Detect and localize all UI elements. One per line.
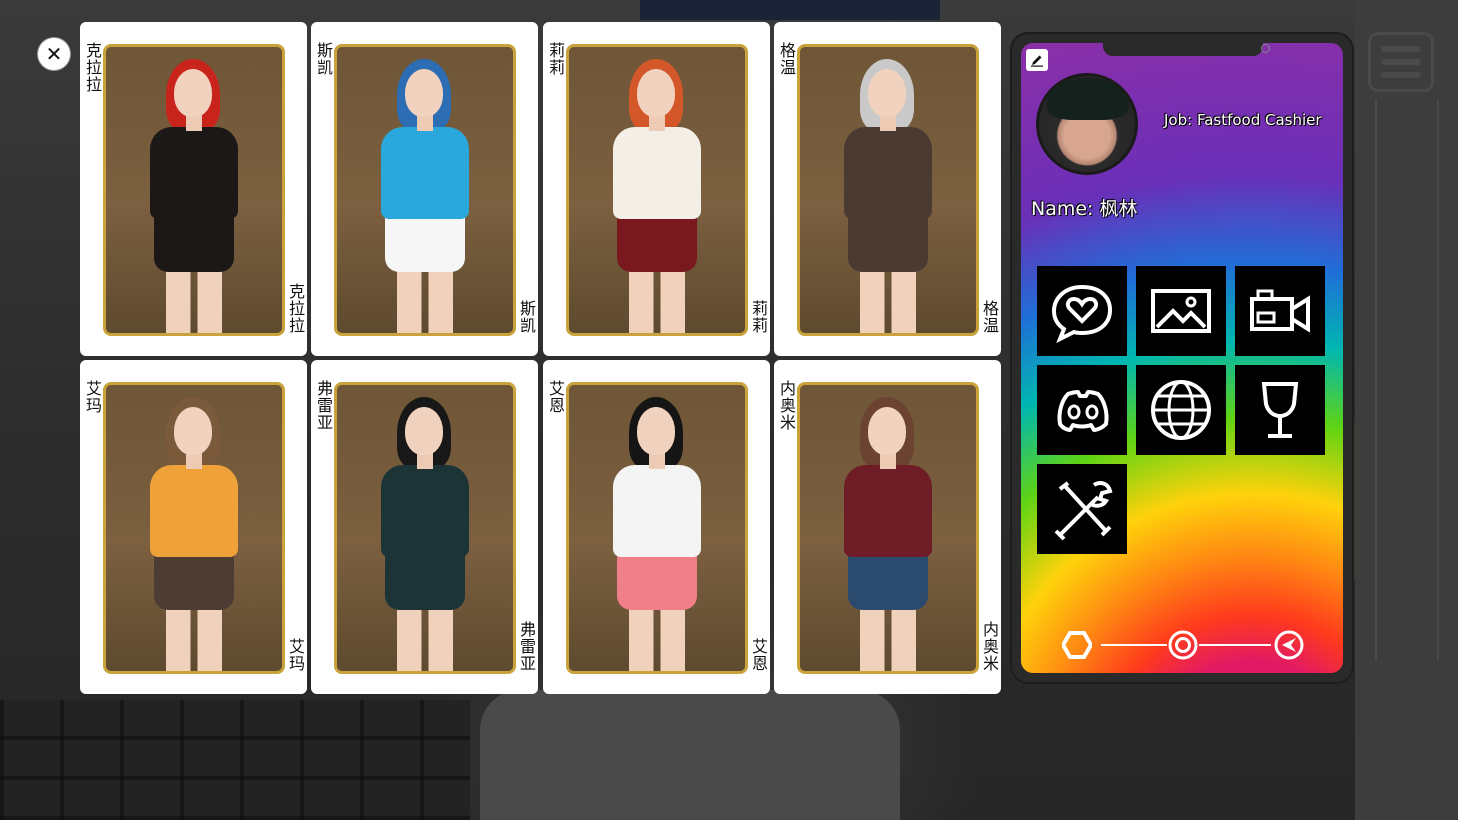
menu-bar — [1381, 46, 1421, 52]
back-arrow-icon — [1274, 630, 1304, 660]
discord-app-button[interactable] — [1037, 365, 1127, 455]
character-name-top: 内奥米 — [777, 380, 796, 431]
phone-bottom-nav — [1021, 627, 1343, 663]
character-portrait — [797, 44, 979, 336]
home-button[interactable] — [1167, 629, 1199, 661]
phone-notch — [1103, 43, 1270, 56]
character-name-bottom: 内奥米 — [980, 621, 999, 672]
character-card[interactable]: 弗雷亚 弗雷亚 — [311, 360, 538, 694]
edit-profile-button[interactable] — [1026, 49, 1048, 71]
character-name-top: 艾玛 — [83, 380, 102, 414]
character-name-bottom: 艾玛 — [286, 638, 305, 672]
character-name-bottom: 斯凯 — [517, 300, 536, 334]
hexagon-button[interactable] — [1061, 629, 1093, 661]
job-label: Job: Fastfood Cashier — [1164, 111, 1322, 129]
background-floor — [0, 700, 470, 820]
background-wall — [1355, 0, 1458, 820]
character-name-bottom: 弗雷亚 — [517, 621, 536, 672]
close-button[interactable]: ✕ — [38, 38, 70, 70]
character-name-top: 格温 — [777, 42, 796, 76]
chat-heart-icon — [1051, 284, 1113, 344]
character-card[interactable]: 克拉拉 克拉拉 — [80, 22, 307, 356]
discord-icon — [1057, 390, 1109, 432]
back-button[interactable] — [1273, 629, 1305, 661]
nav-divider — [1101, 644, 1167, 646]
character-name-bottom: 莉莉 — [749, 300, 768, 334]
menu-bar — [1381, 59, 1421, 65]
settings-app-button[interactable] — [1037, 464, 1127, 554]
menu-button[interactable] — [1368, 32, 1434, 92]
character-name-top: 克拉拉 — [83, 42, 102, 93]
character-name-top: 莉莉 — [546, 42, 565, 76]
chat-app-button[interactable] — [1037, 266, 1127, 356]
character-name-bottom: 克拉拉 — [286, 283, 305, 334]
browser-app-button[interactable] — [1136, 365, 1226, 455]
trophy-icon — [1261, 382, 1299, 438]
phone: Job: Fastfood Cashier Name: 枫林 — [1012, 34, 1352, 682]
gallery-app-button[interactable] — [1136, 266, 1226, 356]
character-portrait — [334, 382, 516, 674]
pencil-icon — [1031, 55, 1043, 67]
character-name-bottom: 艾恩 — [749, 638, 768, 672]
video-app-button[interactable] — [1235, 266, 1325, 356]
character-card[interactable]: 内奥米 内奥米 — [774, 360, 1001, 694]
globe-icon — [1151, 380, 1211, 440]
character-name-bottom: 格温 — [980, 300, 999, 334]
menu-bar — [1381, 72, 1421, 78]
character-name-top: 艾恩 — [546, 380, 565, 414]
background-window — [640, 0, 940, 20]
character-portrait — [103, 44, 285, 336]
gallery-icon — [1151, 289, 1211, 333]
character-portrait — [566, 382, 748, 674]
character-card[interactable]: 斯凯 斯凯 — [311, 22, 538, 356]
home-circle-icon — [1168, 630, 1198, 660]
character-portrait — [334, 44, 516, 336]
name-label: Name: 枫林 — [1031, 198, 1138, 220]
character-portrait — [103, 382, 285, 674]
avatar — [1036, 73, 1138, 175]
front-camera-icon — [1261, 44, 1270, 53]
character-card[interactable]: 格温 格温 — [774, 22, 1001, 356]
character-card[interactable]: 艾玛 艾玛 — [80, 360, 307, 694]
hexagon-icon — [1062, 631, 1092, 659]
achievements-app-button[interactable] — [1235, 365, 1325, 455]
character-card[interactable]: 莉莉 莉莉 — [543, 22, 770, 356]
character-portrait — [566, 44, 748, 336]
character-name-top: 斯凯 — [314, 42, 333, 76]
character-name-top: 弗雷亚 — [314, 380, 333, 431]
nav-divider — [1199, 644, 1271, 646]
background-player-shirt — [480, 690, 900, 820]
character-portrait — [797, 382, 979, 674]
tools-icon — [1054, 481, 1113, 541]
character-card[interactable]: 艾恩 艾恩 — [543, 360, 770, 694]
phone-screen: Job: Fastfood Cashier Name: 枫林 — [1021, 43, 1343, 673]
video-camera-icon — [1250, 289, 1310, 333]
